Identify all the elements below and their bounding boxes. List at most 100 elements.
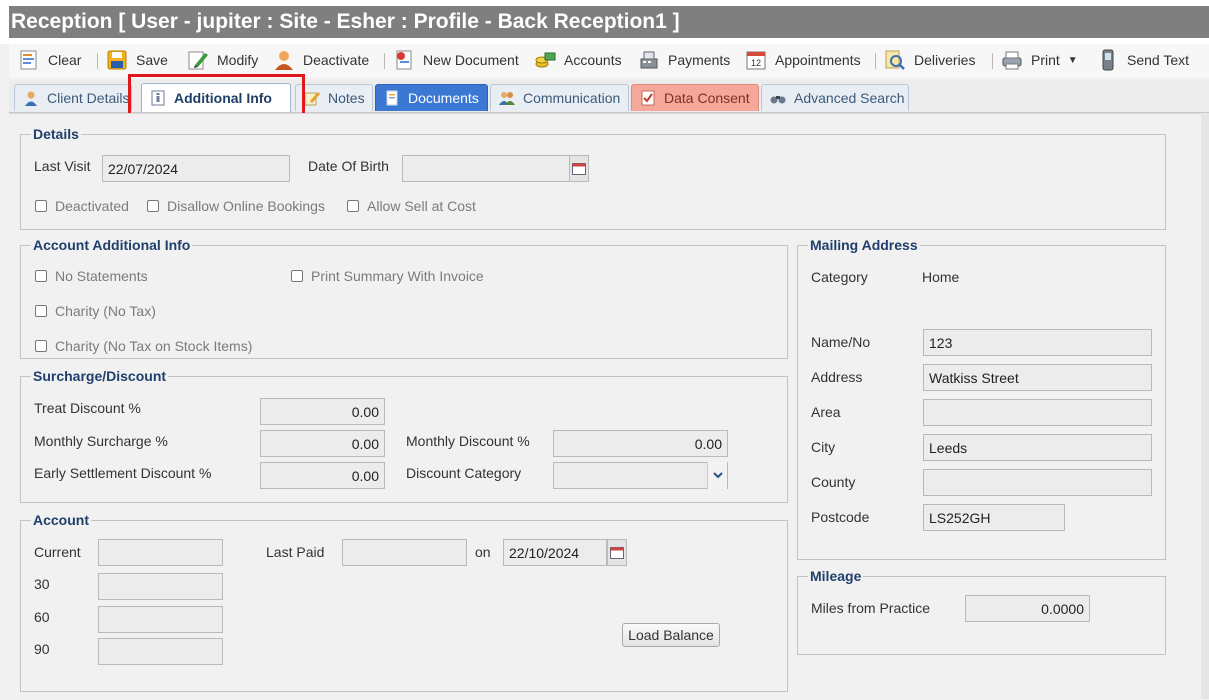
checkbox-box[interactable] [35, 340, 47, 352]
last-visit-field[interactable]: 22/07/2024 [102, 155, 290, 182]
last-paid-date-field[interactable]: 22/10/2024 [503, 539, 607, 566]
miles-field[interactable]: 0.0000 [965, 595, 1090, 622]
title-bar: Reception [ User - jupiter : Site - Eshe… [0, 0, 1209, 44]
aged-30-label: 30 [34, 576, 50, 592]
send-text-label: Send Text [1127, 52, 1190, 68]
checkbox-box[interactable] [291, 270, 303, 282]
appointments-button[interactable]: 12 Appointments [745, 46, 861, 74]
treat-discount-field[interactable]: 0.00 [260, 398, 385, 425]
area-field[interactable] [923, 399, 1152, 426]
discount-category-dropdown-button[interactable] [707, 462, 727, 489]
clear-label: Clear [48, 52, 82, 68]
disallow-online-label: Disallow Online Bookings [167, 198, 325, 214]
county-field[interactable] [923, 469, 1152, 496]
current-balance-field[interactable] [98, 539, 223, 566]
last-visit-label: Last Visit [34, 158, 91, 174]
checkbox-box[interactable] [35, 200, 47, 212]
send-text-button[interactable]: Send Text [1097, 46, 1189, 74]
account-info-legend: Account Additional Info [33, 237, 191, 253]
payments-label: Payments [668, 52, 731, 68]
new-document-button[interactable]: New Document [393, 46, 519, 74]
dob-calendar-button[interactable] [569, 155, 589, 182]
aged-90-field[interactable] [98, 638, 223, 665]
checkbox-box[interactable] [35, 305, 47, 317]
name-no-field[interactable]: 123 [923, 329, 1152, 356]
new-document-icon [396, 50, 412, 70]
dob-field[interactable] [402, 155, 570, 182]
checkbox-box[interactable] [347, 200, 359, 212]
print-label: Print [1031, 52, 1060, 68]
monthly-surcharge-label: Monthly Surcharge % [34, 433, 168, 449]
charity-label: Charity (No Tax) [55, 303, 156, 319]
tab-label: Data Consent [664, 90, 750, 106]
mileage-legend: Mileage [810, 568, 862, 584]
early-settlement-label: Early Settlement Discount % [34, 465, 212, 481]
payments-till-icon [640, 51, 658, 69]
tab-label: Advanced Search [794, 90, 905, 106]
print-summary-checkbox[interactable]: Print Summary With Invoice [291, 268, 484, 284]
tab-label: Notes [328, 90, 365, 106]
no-statements-checkbox[interactable]: No Statements [35, 268, 148, 284]
tab-label: Client Details [47, 90, 130, 106]
allow-sell-label: Allow Sell at Cost [367, 198, 476, 214]
address-field[interactable]: Watkiss Street [923, 364, 1152, 391]
deactivate-button[interactable]: Deactivate [273, 46, 369, 74]
binoculars-icon [770, 96, 786, 104]
last-paid-field[interactable] [342, 539, 467, 566]
edit-pencil-icon [188, 51, 208, 70]
monthly-surcharge-field[interactable]: 0.00 [260, 430, 385, 457]
tab-label: Communication [523, 90, 621, 106]
clear-form-icon [20, 50, 37, 70]
city-field[interactable]: Leeds [923, 434, 1152, 461]
last-paid-calendar-button[interactable] [607, 539, 627, 566]
clear-button[interactable]: Clear [18, 46, 81, 74]
tab-client-details[interactable]: Client Details [14, 84, 132, 111]
county-label: County [811, 474, 856, 490]
consent-form-icon [641, 90, 655, 106]
treat-discount-label: Treat Discount % [34, 400, 141, 416]
on-label: on [475, 544, 491, 560]
tab-communication[interactable]: Communication [490, 84, 629, 111]
postcode-field[interactable]: LS252GH [923, 504, 1065, 531]
save-button[interactable]: Save [106, 46, 168, 74]
tab-advanced-search[interactable]: Advanced Search [761, 84, 909, 111]
monthly-discount-label: Monthly Discount % [406, 433, 530, 449]
search-magnifier-icon [885, 50, 905, 70]
load-balance-button[interactable]: Load Balance [622, 623, 720, 647]
charity-stock-checkbox[interactable]: Charity (No Tax on Stock Items) [35, 338, 252, 354]
deliveries-button[interactable]: Deliveries [884, 46, 975, 74]
discount-category-select[interactable] [553, 462, 728, 489]
aged-30-field[interactable] [98, 573, 223, 600]
mailing-legend: Mailing Address [810, 237, 918, 253]
accounts-button[interactable]: Accounts [534, 46, 622, 74]
tab-notes[interactable]: Notes [295, 84, 373, 111]
disallow-online-checkbox[interactable]: Disallow Online Bookings [147, 198, 325, 214]
city-label: City [811, 439, 836, 455]
charity-stock-label: Charity (No Tax on Stock Items) [55, 338, 253, 354]
deliveries-label: Deliveries [914, 52, 976, 68]
tab-data-consent[interactable]: Data Consent [631, 84, 759, 111]
aged-60-field[interactable] [98, 606, 223, 633]
dob-label: Date Of Birth [308, 158, 389, 174]
checkbox-box[interactable] [35, 270, 47, 282]
address-label: Address [811, 369, 863, 385]
charity-checkbox[interactable]: Charity (No Tax) [35, 303, 156, 319]
early-settlement-field[interactable]: 0.00 [260, 462, 385, 489]
deactivated-checkbox[interactable]: Deactivated [35, 198, 129, 214]
postcode-label: Postcode [811, 509, 870, 525]
modify-button[interactable]: Modify [187, 46, 258, 74]
tab-label: Documents [408, 90, 479, 106]
checkbox-box[interactable] [147, 200, 159, 212]
vertical-scrollbar[interactable] [1201, 113, 1209, 699]
print-button[interactable]: Print ▼ [1001, 46, 1078, 74]
monthly-discount-field[interactable]: 0.00 [553, 430, 728, 457]
discount-category-label: Discount Category [406, 465, 522, 481]
chevron-down-icon: ▼ [1067, 54, 1078, 66]
print-summary-label: Print Summary With Invoice [311, 268, 484, 284]
chevron-down-icon [712, 472, 723, 479]
allow-sell-checkbox[interactable]: Allow Sell at Cost [347, 198, 476, 214]
svg-text:12: 12 [751, 58, 761, 68]
payments-button[interactable]: Payments [638, 46, 730, 74]
tab-documents[interactable]: Documents [375, 84, 488, 111]
name-no-label: Name/No [811, 334, 871, 350]
